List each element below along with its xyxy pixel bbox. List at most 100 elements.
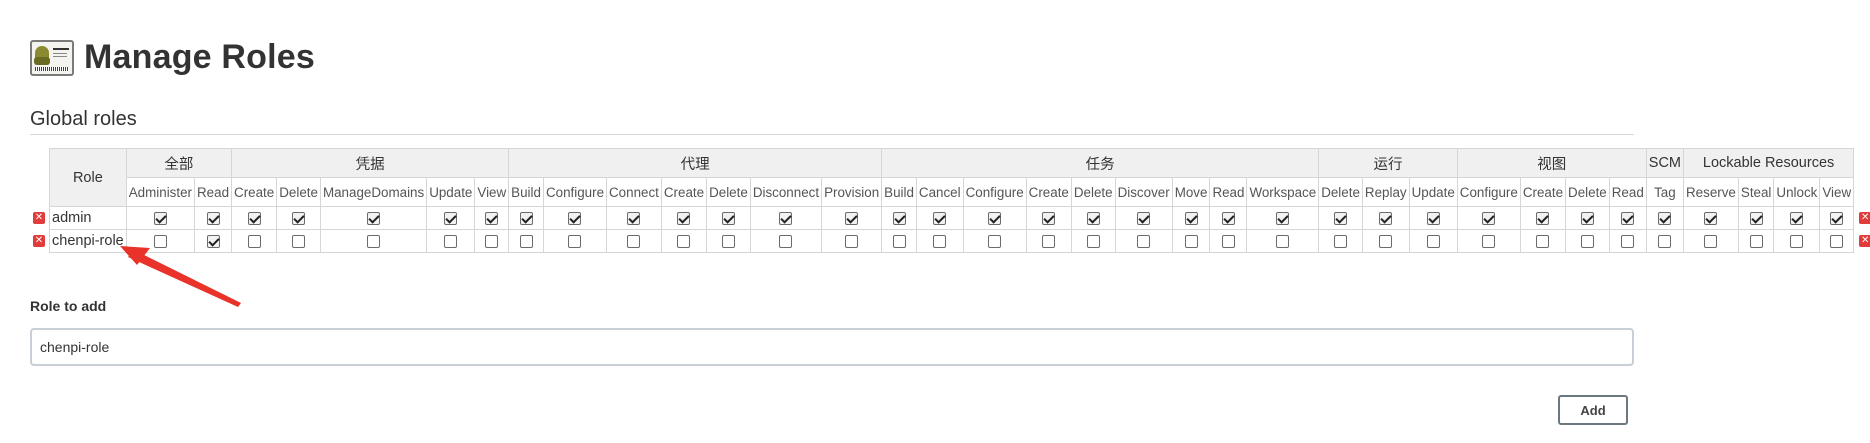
permission-checkbox[interactable] [568,235,582,249]
permission-checkbox[interactable] [1042,235,1056,249]
permission-checkbox[interactable] [444,235,458,249]
permission-cell [821,229,883,253]
permission-checkbox[interactable] [292,212,306,226]
permission-checkbox[interactable] [485,212,499,226]
permission-checkbox[interactable] [721,212,735,226]
permission-checkbox[interactable] [568,212,582,226]
permission-checkbox[interactable] [779,212,793,226]
permission-checkbox[interactable] [677,235,691,249]
permission-checkbox[interactable] [1580,212,1594,226]
permission-checkbox[interactable] [1184,212,1198,226]
permission-header: Create [1025,177,1072,207]
permission-cell [749,206,823,230]
permission-header: ManageDomains [319,177,428,207]
permission-cell [1519,206,1567,230]
permission-checkbox[interactable] [292,235,306,249]
delete-role-right-icon[interactable]: ✕ [1859,235,1870,247]
permission-checkbox[interactable] [933,212,947,226]
permission-header: Delete [1318,177,1363,207]
permission-header: Delete [1565,177,1610,207]
permission-checkbox[interactable] [627,235,641,249]
permission-checkbox[interactable] [247,212,261,226]
permission-checkbox[interactable] [1790,212,1804,226]
permission-checkbox[interactable] [721,235,735,249]
permission-checkbox[interactable] [1379,235,1393,249]
permission-checkbox[interactable] [1086,212,1100,226]
permission-cell [1318,229,1363,253]
permission-checkbox[interactable] [1426,235,1440,249]
permission-checkbox[interactable] [153,212,167,226]
permission-checkbox[interactable] [1790,235,1804,249]
permission-checkbox[interactable] [1658,235,1672,249]
permission-cell [1361,206,1410,230]
permission-checkbox[interactable] [519,235,533,249]
permission-checkbox[interactable] [367,212,381,226]
permission-checkbox[interactable] [779,235,793,249]
page-header: Manage Roles [30,38,315,77]
permission-checkbox[interactable] [677,212,691,226]
permission-header: Administer [125,177,196,207]
permission-cell [1565,229,1610,253]
permission-checkbox[interactable] [247,235,261,249]
role-to-add-input[interactable] [30,328,1634,366]
permission-checkbox[interactable] [1749,212,1763,226]
permission-checkbox[interactable] [1334,212,1348,226]
permission-checkbox[interactable] [367,235,381,249]
permission-checkbox[interactable] [1482,212,1496,226]
permission-checkbox[interactable] [1276,212,1290,226]
permission-checkbox[interactable] [1379,212,1393,226]
permission-checkbox[interactable] [206,212,220,226]
permission-checkbox[interactable] [485,235,499,249]
permission-checkbox[interactable] [892,212,906,226]
permission-checkbox[interactable] [1276,235,1290,249]
permission-checkbox[interactable] [519,212,533,226]
permission-checkbox[interactable] [1137,235,1151,249]
permission-checkbox[interactable] [1086,235,1100,249]
permission-checkbox[interactable] [1704,212,1718,226]
permission-checkbox[interactable] [1221,212,1235,226]
permission-checkbox[interactable] [153,235,167,249]
delete-role-left-icon[interactable]: ✕ [33,235,45,247]
permission-cell [660,206,708,230]
permission-checkbox[interactable] [845,235,859,249]
permission-checkbox[interactable] [444,212,458,226]
permission-checkbox[interactable] [1221,235,1235,249]
permission-cell [1456,229,1521,253]
permission-checkbox[interactable] [206,235,220,249]
permission-checkbox[interactable] [627,212,641,226]
permission-checkbox[interactable] [845,212,859,226]
permission-checkbox[interactable] [1482,235,1496,249]
permission-checkbox[interactable] [1830,235,1844,249]
permission-cell [1209,229,1248,253]
permission-group-header: Lockable Resources [1683,148,1855,178]
permission-header: Configure [962,177,1027,207]
permission-checkbox[interactable] [988,212,1002,226]
permission-checkbox[interactable] [1042,212,1056,226]
permission-checkbox[interactable] [1536,212,1550,226]
permission-header: Tag [1645,177,1685,207]
permission-cell [1171,206,1211,230]
permission-checkbox[interactable] [1426,212,1440,226]
permission-checkbox[interactable] [892,235,906,249]
permission-checkbox[interactable] [988,235,1002,249]
permission-checkbox[interactable] [1704,235,1718,249]
add-role-button[interactable]: Add [1558,395,1628,425]
permission-checkbox[interactable] [1830,212,1844,226]
permission-header: Read [1209,177,1248,207]
permission-checkbox[interactable] [1334,235,1348,249]
delete-role-left-icon[interactable]: ✕ [33,212,45,224]
permission-checkbox[interactable] [1580,235,1594,249]
permission-checkbox[interactable] [1536,235,1550,249]
permission-checkbox[interactable] [1621,235,1635,249]
permission-cell [1070,229,1116,253]
permission-cell [1361,229,1410,253]
permission-cell [1683,206,1739,230]
permission-checkbox[interactable] [1621,212,1635,226]
permission-checkbox[interactable] [1749,235,1763,249]
permission-checkbox[interactable] [1658,212,1672,226]
permission-checkbox[interactable] [933,235,947,249]
permission-checkbox[interactable] [1137,212,1151,226]
permission-checkbox[interactable] [1184,235,1198,249]
permission-cell [1171,229,1211,253]
delete-role-right-icon[interactable]: ✕ [1859,212,1870,224]
